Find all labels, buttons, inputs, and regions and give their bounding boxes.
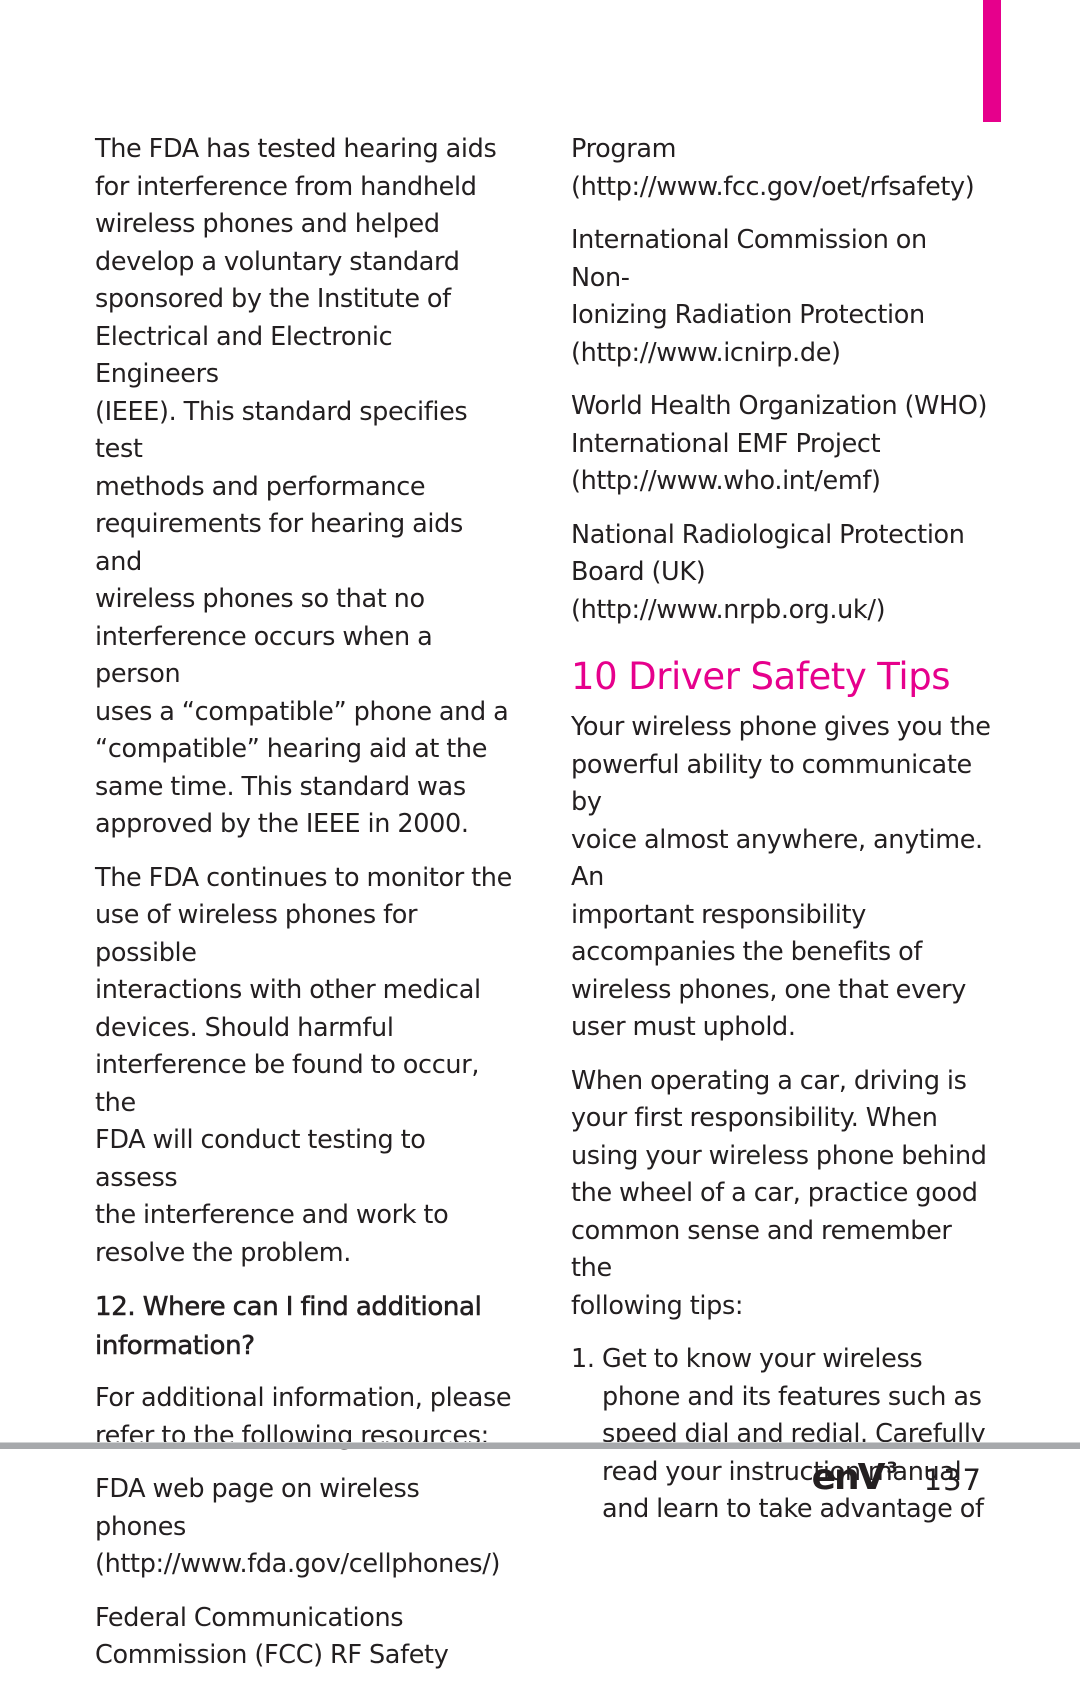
question-heading: 12. Where can I find additional informat…: [95, 1292, 482, 1362]
right-column: Program (http://www.fcc.gov/oet/rfsafety…: [571, 131, 991, 1529]
tip-number: 1.: [571, 1344, 595, 1374]
logo-text: enV: [811, 1457, 886, 1498]
resource-fda: FDA web page on wireless phones (http://…: [95, 1474, 501, 1579]
resource-icnirp: International Commission on Non- Ionizin…: [571, 225, 927, 368]
paragraph-driver-intro: Your wireless phone gives you the powerf…: [571, 712, 991, 1042]
resource-nrpb: National Radiological Protection Board (…: [571, 519, 965, 625]
section-title: 10 Driver Safety Tips: [571, 655, 951, 698]
paragraph-fda-monitoring: The FDA continues to monitor the use of …: [95, 862, 512, 1268]
page-footer: enV 3 137: [812, 1458, 982, 1502]
env3-logo: enV 3: [812, 1458, 898, 1498]
logo-superscript: 3: [886, 1458, 898, 1477]
page-number: 137: [923, 1463, 982, 1497]
resource-who: World Health Organization (WHO) Internat…: [571, 391, 988, 496]
footer-divider: [0, 1442, 1080, 1449]
resource-fcc-end: Program (http://www.fcc.gov/oet/rfsafety…: [571, 134, 975, 202]
paragraph-fda-hearing-aids: The FDA has tested hearing aids for inte…: [95, 134, 509, 839]
chapter-tab-marker: [983, 0, 1001, 122]
left-column: The FDA has tested hearing aids for inte…: [95, 131, 515, 1691]
paragraph-driver-responsibility: When operating a car, driving is your fi…: [571, 1065, 987, 1321]
resource-fcc-start: Federal Communications Commission (FCC) …: [95, 1602, 449, 1671]
